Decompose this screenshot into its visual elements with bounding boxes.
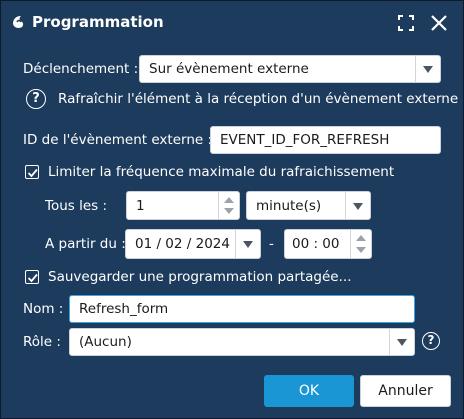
maximize-icon[interactable] bbox=[398, 15, 414, 31]
role-select-value: (Aucun) bbox=[79, 334, 132, 350]
role-select[interactable]: (Aucun) bbox=[69, 328, 415, 356]
app-logo-icon bbox=[13, 16, 24, 28]
chevron-down-icon[interactable] bbox=[235, 230, 260, 258]
stepper-arrows[interactable] bbox=[350, 230, 371, 258]
every-label: Tous les : bbox=[45, 198, 108, 214]
event-id-label: ID de l'évènement externe : bbox=[23, 132, 213, 148]
save-shared-label: Sauvegarder une programmation partagée..… bbox=[48, 269, 352, 285]
start-date-value: 01 / 02 / 2024 bbox=[135, 236, 230, 252]
start-time-value: 00 : 00 bbox=[292, 236, 340, 252]
name-input[interactable]: Refresh_form bbox=[69, 295, 415, 323]
limit-frequency-label: Limiter la fréquence maximale du rafraic… bbox=[48, 164, 395, 180]
start-label: A partir du : bbox=[45, 236, 126, 252]
save-shared-checkbox[interactable] bbox=[25, 270, 39, 284]
limit-frequency-checkbox[interactable] bbox=[25, 165, 39, 179]
dialog-title: Programmation bbox=[32, 13, 164, 31]
cancel-button[interactable]: Annuler bbox=[360, 375, 451, 407]
every-value: 1 bbox=[136, 197, 145, 214]
every-unit-value: minute(s) bbox=[256, 197, 322, 214]
chevron-down-icon[interactable] bbox=[415, 56, 440, 82]
trigger-select-value: Sur évènement externe bbox=[149, 61, 309, 77]
checkmark-icon bbox=[27, 273, 38, 283]
trigger-label: Déclenchement : bbox=[23, 61, 139, 77]
programmation-dialog: Programmation Déclenchement : Sur évènem… bbox=[0, 0, 464, 419]
every-value-stepper[interactable]: 1 bbox=[126, 191, 240, 220]
start-time-stepper[interactable]: 00 : 00 bbox=[284, 229, 372, 259]
stepper-arrows[interactable] bbox=[218, 192, 239, 219]
chevron-down-icon[interactable] bbox=[389, 329, 414, 355]
close-icon[interactable] bbox=[430, 14, 448, 32]
every-unit-select[interactable]: minute(s) bbox=[246, 191, 371, 220]
chevron-down-icon[interactable] bbox=[345, 192, 370, 219]
event-id-value: EVENT_ID_FOR_REFRESH bbox=[220, 132, 390, 148]
name-label: Nom : bbox=[23, 301, 64, 317]
role-help-icon[interactable]: ? bbox=[422, 332, 440, 350]
start-date-picker[interactable]: 01 / 02 / 2024 bbox=[125, 229, 261, 259]
event-id-input[interactable]: EVENT_ID_FOR_REFRESH bbox=[210, 126, 441, 154]
help-icon[interactable]: ? bbox=[26, 89, 46, 109]
checkmark-icon bbox=[27, 168, 38, 178]
trigger-select[interactable]: Sur évènement externe bbox=[139, 55, 441, 83]
increment-icon[interactable] bbox=[224, 197, 234, 203]
help-text: Rafraîchir l'élément à la réception d'un… bbox=[58, 91, 459, 107]
ok-button[interactable]: OK bbox=[264, 375, 354, 407]
decrement-icon[interactable] bbox=[356, 247, 366, 253]
title-bar[interactable]: Programmation bbox=[1, 1, 463, 45]
role-label: Rôle : bbox=[23, 334, 61, 350]
increment-icon[interactable] bbox=[356, 235, 366, 241]
decrement-icon[interactable] bbox=[224, 208, 234, 214]
date-time-separator: - bbox=[269, 236, 274, 252]
name-value: Refresh_form bbox=[79, 301, 169, 317]
